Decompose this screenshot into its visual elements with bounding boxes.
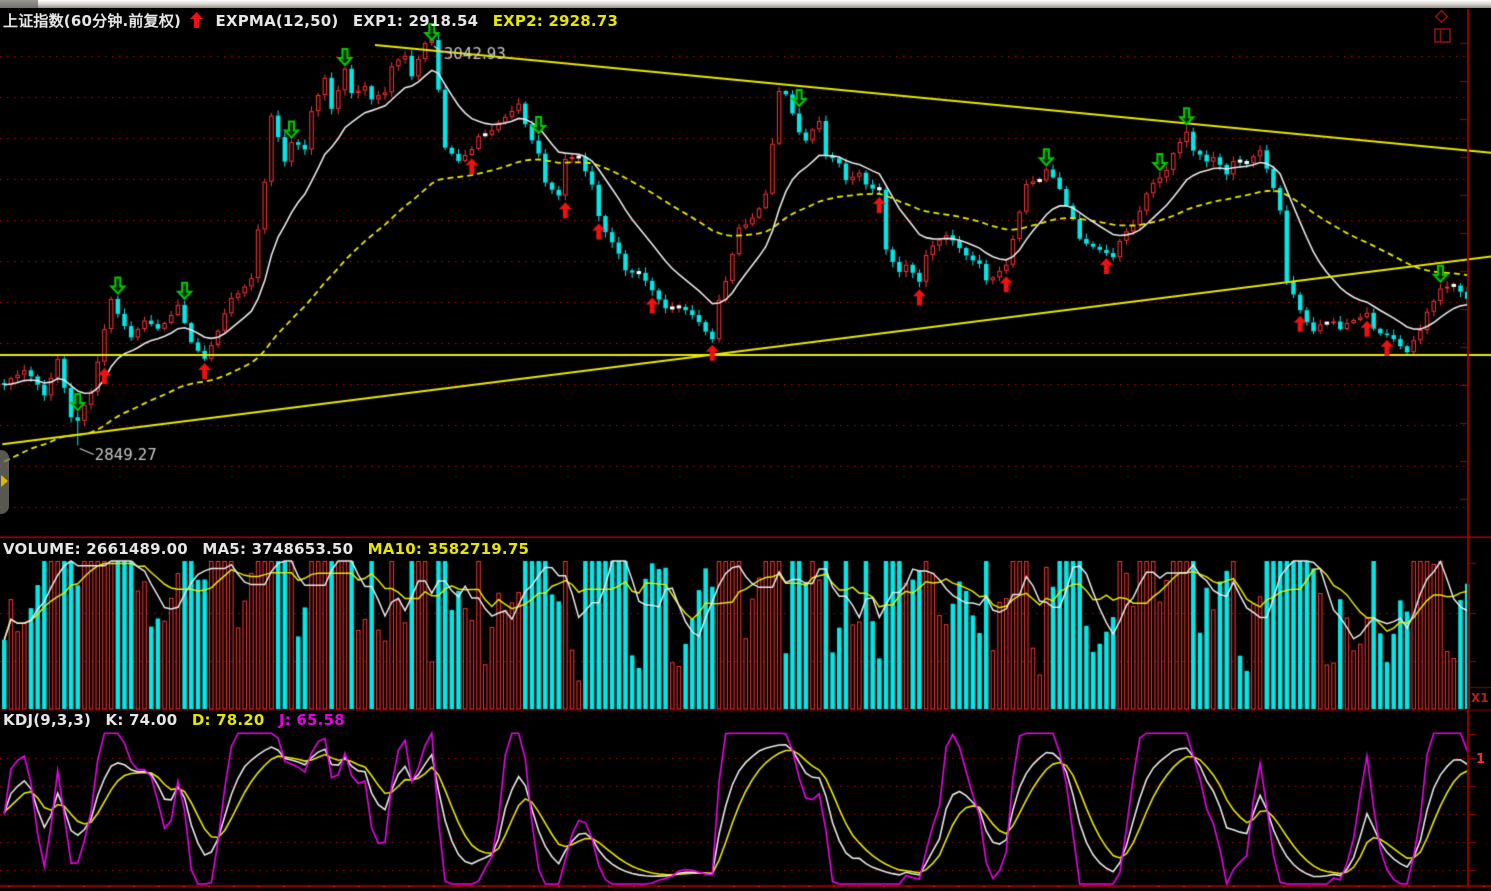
volume-ma10-value: MA10: 3582719.75 xyxy=(368,540,529,558)
diamond-icon[interactable] xyxy=(1434,9,1449,24)
toolbar-bottom-edge-left xyxy=(0,0,38,8)
kdj-d-value: D: 78.20 xyxy=(192,711,265,729)
split-window-icon[interactable] xyxy=(1434,28,1451,43)
corner-icon-group xyxy=(1430,9,1468,27)
app-window: 上证指数(60分钟.前复权) EXPMA(12,50) EXP1: 2918.5… xyxy=(0,0,1491,891)
symbol-title[interactable]: 上证指数(60分钟.前复权) xyxy=(3,12,181,30)
red-up-arrow-icon xyxy=(190,12,203,28)
chart-canvas[interactable] xyxy=(0,0,1491,891)
indicator-label[interactable]: EXPMA(12,50) xyxy=(216,12,339,30)
exp1-value: EXP1: 2918.54 xyxy=(353,12,478,30)
kdj-indicator-label[interactable]: KDJ(9,3,3) xyxy=(3,711,91,729)
main-pane-header: 上证指数(60分钟.前复权) EXPMA(12,50) EXP1: 2918.5… xyxy=(3,10,627,31)
sidebar-collapse-handle[interactable] xyxy=(0,450,9,514)
volume-ma5-value: MA5: 3748653.50 xyxy=(202,540,353,558)
expand-right-icon xyxy=(1,475,8,487)
exp2-value: EXP2: 2928.73 xyxy=(493,12,618,30)
kdj-k-value: K: 74.00 xyxy=(106,711,178,729)
kdj-pane-header: KDJ(9,3,3) K: 74.00 D: 78.20 J: 65.58 xyxy=(3,711,354,729)
volume-scale-label-x1: X1 xyxy=(1471,691,1489,705)
kdj-scale-label: 1 xyxy=(1476,752,1485,767)
toolbar-bottom-edge xyxy=(0,0,1491,8)
volume-value[interactable]: VOLUME: 2661489.00 xyxy=(3,540,188,558)
kdj-j-value: J: 65.58 xyxy=(279,711,345,729)
volume-pane-header: VOLUME: 2661489.00 MA5: 3748653.50 MA10:… xyxy=(3,540,538,558)
